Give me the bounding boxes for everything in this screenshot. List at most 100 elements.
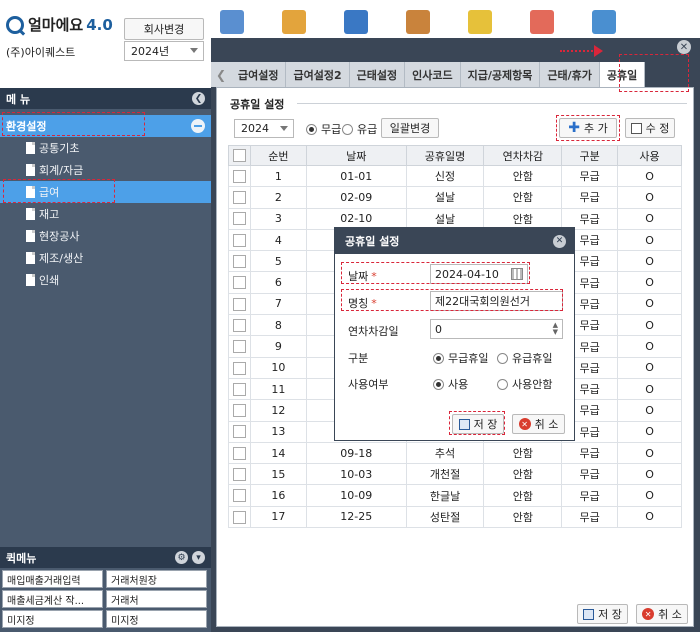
- calendar-icon[interactable]: [511, 268, 523, 280]
- table-row[interactable]: 15 10-03 개천절 안함 무급 O: [228, 463, 682, 486]
- column-header[interactable]: 연차차감: [483, 145, 563, 166]
- row-checkbox-cell[interactable]: [228, 420, 251, 443]
- dialog-cancel-button[interactable]: ✕ 취 소: [512, 414, 565, 434]
- collapse-category-icon[interactable]: [191, 119, 205, 133]
- ledger-icon[interactable]: [344, 10, 368, 34]
- table-row[interactable]: 1 01-01 신정 안함 무급 O: [228, 164, 682, 188]
- name-input[interactable]: 제22대국회의원선거: [430, 291, 563, 311]
- add-holiday-button[interactable]: ✚ 추 가: [559, 118, 617, 138]
- dialog-close-icon[interactable]: ✕: [553, 234, 566, 248]
- house-icon[interactable]: [406, 10, 430, 34]
- tab-payroll-settings[interactable]: 급여설정: [231, 62, 287, 87]
- row-checkbox-cell[interactable]: [228, 228, 251, 252]
- date-input[interactable]: 2024-04-10: [430, 264, 528, 284]
- use-yes-option[interactable]: 사용: [433, 376, 468, 392]
- radio-paid[interactable]: [306, 123, 317, 135]
- sidebar-category-settings[interactable]: 환경설정: [0, 115, 211, 137]
- report-icon[interactable]: [592, 10, 616, 34]
- edit-holiday-button[interactable]: 수 정: [625, 118, 675, 138]
- select-all-checkbox[interactable]: [232, 149, 246, 163]
- radio-paid-holiday[interactable]: [497, 352, 508, 364]
- row-checkbox-cell[interactable]: [228, 505, 251, 529]
- row-checkbox[interactable]: [232, 276, 246, 290]
- holiday-year-select[interactable]: 2024: [234, 119, 294, 138]
- table-row[interactable]: 16 10-09 한글날 안함 무급 O: [228, 484, 682, 507]
- radio-unpaid-holiday[interactable]: [433, 352, 444, 364]
- column-header[interactable]: 사용: [617, 145, 682, 166]
- tab-attendance-settings[interactable]: 근태설정: [349, 62, 406, 87]
- sidebar-item-inventory[interactable]: 재고: [0, 203, 211, 225]
- column-header[interactable]: 날짜: [305, 145, 407, 166]
- column-header[interactable]: 순번: [249, 145, 307, 166]
- save-button[interactable]: 저 장: [577, 604, 628, 624]
- printer-icon[interactable]: [282, 10, 306, 34]
- row-checkbox-cell[interactable]: [228, 335, 251, 358]
- row-checkbox[interactable]: [232, 489, 246, 503]
- row-checkbox[interactable]: [232, 191, 246, 205]
- row-checkbox[interactable]: [232, 233, 246, 247]
- row-checkbox[interactable]: [232, 468, 246, 482]
- tab-holidays[interactable]: 공휴일: [599, 62, 646, 87]
- row-checkbox-cell[interactable]: [228, 463, 251, 486]
- row-checkbox-cell[interactable]: [228, 250, 251, 273]
- column-header[interactable]: 구분: [561, 145, 619, 166]
- radio-unpaid[interactable]: [342, 123, 353, 135]
- tab-pay-deduction-items[interactable]: 지급/공제항목: [460, 62, 541, 87]
- bulk-change-button[interactable]: 일괄변경: [381, 118, 439, 138]
- stepper-arrows-icon[interactable]: ▲ ▼: [553, 322, 558, 336]
- column-header[interactable]: 공휴일명: [405, 145, 485, 166]
- use-no-option[interactable]: 사용안함: [497, 376, 552, 392]
- dialog-save-button[interactable]: 저 장: [452, 414, 504, 434]
- quickmenu-item[interactable]: 거래처원장: [106, 570, 207, 588]
- table-row[interactable]: 17 12-25 성탄절 안함 무급 O: [228, 505, 682, 529]
- gear-icon[interactable]: ⚙: [175, 551, 188, 564]
- sidebar-item-payroll[interactable]: 급여: [0, 181, 211, 203]
- row-checkbox-cell[interactable]: [228, 484, 251, 507]
- tab-payroll-settings-2[interactable]: 급여설정2: [286, 62, 350, 87]
- row-checkbox[interactable]: [232, 425, 246, 439]
- radio-use[interactable]: [433, 378, 444, 390]
- deduct-stepper[interactable]: 0 ▲ ▼: [430, 319, 563, 339]
- row-checkbox-cell[interactable]: [228, 314, 251, 337]
- type-paid-holiday-option[interactable]: 유급휴일: [497, 350, 552, 366]
- row-checkbox-cell[interactable]: [228, 186, 251, 209]
- row-checkbox-cell[interactable]: [228, 356, 251, 379]
- row-checkbox[interactable]: [232, 212, 246, 226]
- calculator-icon[interactable]: [220, 10, 244, 34]
- row-checkbox-cell[interactable]: [228, 271, 251, 294]
- quickmenu-item[interactable]: 미지정: [2, 610, 103, 628]
- radio-unpaid-group[interactable]: 유급: [342, 121, 377, 137]
- row-checkbox[interactable]: [232, 340, 246, 354]
- radio-paid-group[interactable]: 무급: [306, 121, 341, 137]
- sidebar-item-construction[interactable]: 현장공사: [0, 225, 211, 247]
- row-checkbox[interactable]: [232, 255, 246, 269]
- row-checkbox-cell[interactable]: [228, 441, 251, 465]
- row-checkbox[interactable]: [232, 382, 246, 396]
- year-select[interactable]: 2024년: [124, 41, 204, 61]
- invoice-icon[interactable]: [530, 10, 554, 34]
- row-checkbox-cell[interactable]: [228, 377, 251, 401]
- sidebar-item-manufacturing[interactable]: 제조/생산: [0, 247, 211, 269]
- row-checkbox[interactable]: [232, 297, 246, 311]
- quickmenu-item[interactable]: 매출세금계산 작...: [2, 590, 103, 608]
- table-row[interactable]: 2 02-09 설날 안함 무급 O: [228, 186, 682, 209]
- collapse-sidebar-icon[interactable]: ❮: [192, 92, 205, 105]
- row-checkbox-cell[interactable]: [228, 207, 251, 230]
- row-checkbox-cell[interactable]: [228, 399, 251, 422]
- tab-scroll-left-icon[interactable]: ❮: [211, 62, 231, 87]
- coins-icon[interactable]: [468, 10, 492, 34]
- row-checkbox[interactable]: [232, 169, 246, 183]
- tab-attendance-leave[interactable]: 근태/휴가: [540, 62, 600, 87]
- sidebar-item-common[interactable]: 공통기초: [0, 137, 211, 159]
- tab-hr-codes[interactable]: 인사코드: [405, 62, 461, 87]
- row-checkbox-cell[interactable]: [228, 164, 251, 188]
- quickmenu-item[interactable]: 미지정: [106, 610, 207, 628]
- radio-no-use[interactable]: [497, 378, 508, 390]
- sidebar-item-print[interactable]: 인쇄: [0, 269, 211, 291]
- row-checkbox[interactable]: [232, 510, 246, 524]
- row-checkbox[interactable]: [232, 446, 246, 460]
- table-row[interactable]: 14 09-18 추석 안함 무급 O: [228, 441, 682, 465]
- change-company-button[interactable]: 회사변경: [124, 18, 204, 40]
- sidebar-item-accounting[interactable]: 회계/자금: [0, 159, 211, 181]
- chevron-down-icon[interactable]: ▾: [192, 551, 205, 564]
